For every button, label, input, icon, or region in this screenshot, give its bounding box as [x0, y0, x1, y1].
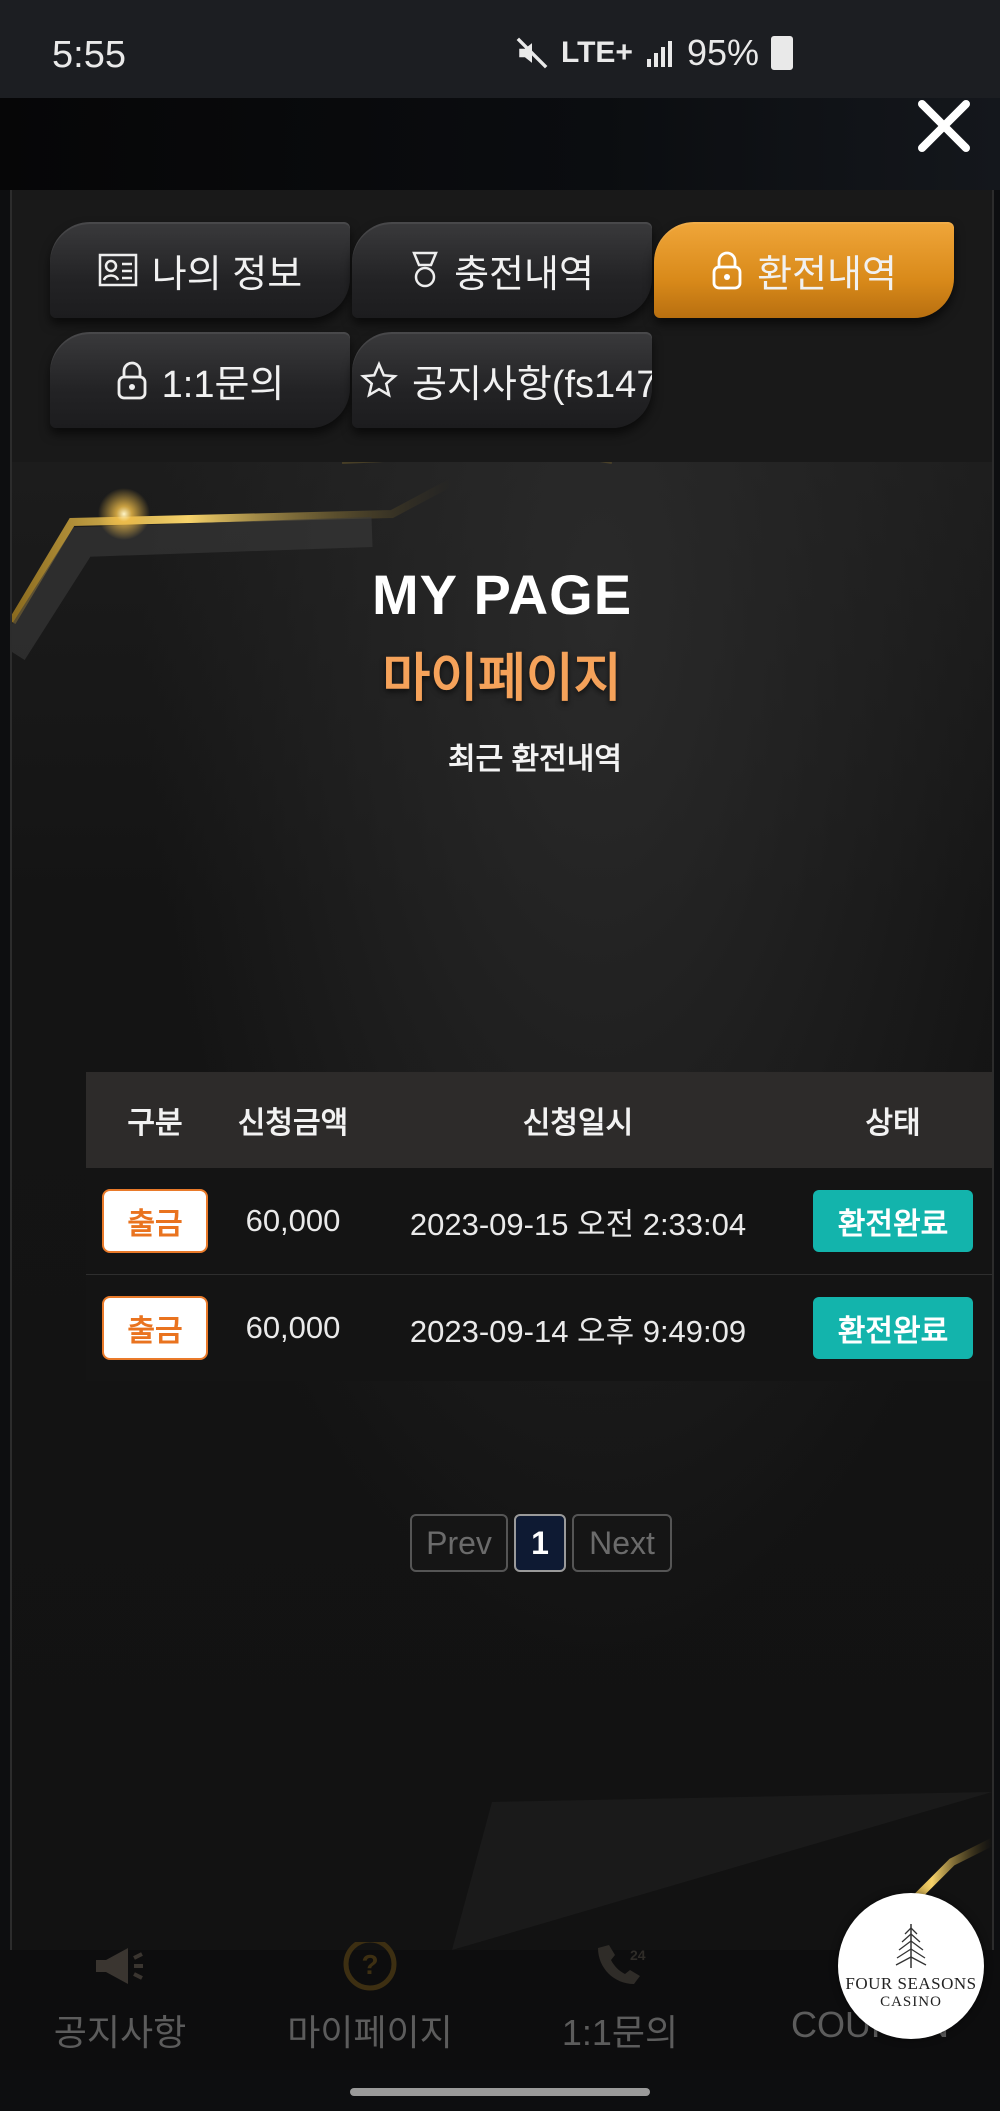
four-seasons-casino-logo[interactable]: FOUR SEASONS CASINO	[838, 1893, 984, 2039]
tab-label: 공지사항(fs147	[412, 363, 652, 406]
tab-label: 1:1문의	[161, 363, 285, 406]
lock-icon	[712, 251, 742, 290]
header-status: 상태	[865, 1107, 921, 1140]
tab-inquiry[interactable]: 1:1문의	[50, 332, 350, 428]
section-title: 최근 환전내역	[448, 743, 622, 776]
nav-mypage[interactable]: ? 마이페이지	[260, 1942, 480, 2070]
nav-label: 마이페이지	[287, 2012, 453, 2053]
modal-header	[0, 98, 1000, 190]
battery-icon	[771, 36, 794, 70]
type-badge: 출금	[102, 1189, 208, 1253]
header-type: 구분	[127, 1107, 183, 1140]
close-icon[interactable]	[914, 96, 974, 156]
nav-label: 1:1문의	[561, 2012, 679, 2053]
tree-icon	[895, 1923, 927, 1968]
mypage-modal: 나의 정보 충전내역 환전내역 1:1문의 공지사항(fs147 MY PAGE…	[10, 190, 994, 1950]
svg-text:24: 24	[630, 1947, 646, 1963]
table-row: 출금 60,000 2023-09-15 오전 2:33:04 환전완료	[86, 1168, 992, 1275]
table-header: 구분 신청금액 신청일시 상태	[86, 1072, 992, 1168]
logo-line2: CASINO	[880, 1993, 942, 2010]
current-page-button[interactable]: 1	[514, 1514, 566, 1572]
prev-page-button[interactable]: Prev	[410, 1514, 508, 1572]
question-icon: ?	[343, 1942, 397, 1991]
tab-label: 충전내역	[454, 253, 594, 296]
table-row: 출금 60,000 2023-09-14 오후 9:49:09 환전완료	[86, 1275, 992, 1381]
page-title: MY PAGE	[371, 563, 633, 626]
status-badge: 환전완료	[813, 1297, 973, 1359]
status-time: 5:55	[52, 34, 126, 76]
header-datetime: 신청일시	[522, 1107, 634, 1140]
nav-notice[interactable]: 공지사항	[10, 1948, 230, 2070]
tab-bar: 나의 정보 충전내역 환전내역 1:1문의 공지사항(fs147	[12, 190, 992, 463]
next-page-button[interactable]: Next	[572, 1514, 672, 1572]
mute-icon	[516, 37, 548, 69]
status-bar: 5:55 LTE+ 95%	[0, 0, 1000, 98]
svg-text:?: ?	[361, 1949, 378, 1980]
datetime-cell: 2023-09-15 오전 2:33:04	[409, 1206, 747, 1242]
tab-withdraw-history[interactable]: 환전내역	[654, 222, 954, 318]
tab-notice[interactable]: 공지사항(fs147	[352, 332, 652, 428]
status-indicators: LTE+ 95%	[515, 32, 794, 74]
tab-deposit-history[interactable]: 충전내역	[352, 222, 652, 318]
network-label: LTE+	[561, 36, 633, 69]
mypage-content: MY PAGE 마이페이지 최근 환전내역 구분 신청금액 신청일시 상태 출금…	[12, 462, 992, 1950]
signal-icon	[646, 41, 672, 67]
type-badge: 출금	[102, 1296, 208, 1360]
lock-icon	[117, 361, 147, 400]
withdraw-history-table: 구분 신청금액 신청일시 상태 출금 60,000 2023-09-15 오전 …	[86, 1072, 992, 1381]
header-amount: 신청금액	[237, 1107, 349, 1140]
battery-percent: 95%	[686, 32, 760, 73]
star-icon	[360, 361, 398, 398]
page-subtitle: 마이페이지	[382, 650, 622, 708]
tab-label: 나의 정보	[151, 253, 303, 296]
tab-my-info[interactable]: 나의 정보	[50, 222, 350, 318]
nav-label: 공지사항	[53, 2012, 187, 2053]
datetime-cell: 2023-09-14 오후 9:49:09	[409, 1313, 747, 1349]
home-indicator[interactable]	[350, 2088, 650, 2096]
pagination: Prev 1 Next	[410, 1514, 672, 1572]
medal-icon	[412, 251, 438, 288]
tab-label: 환전내역	[757, 253, 897, 296]
nav-inquiry[interactable]: 24 1:1문의	[510, 1945, 730, 2070]
amount-cell: 60,000	[245, 1310, 341, 1345]
status-badge: 환전완료	[813, 1190, 973, 1252]
logo-line1: FOUR SEASONS	[845, 1973, 977, 1993]
id-card-icon	[98, 253, 138, 287]
phone-24-icon: 24	[598, 1945, 646, 1984]
amount-cell: 60,000	[245, 1203, 341, 1238]
megaphone-icon	[96, 1948, 143, 1984]
